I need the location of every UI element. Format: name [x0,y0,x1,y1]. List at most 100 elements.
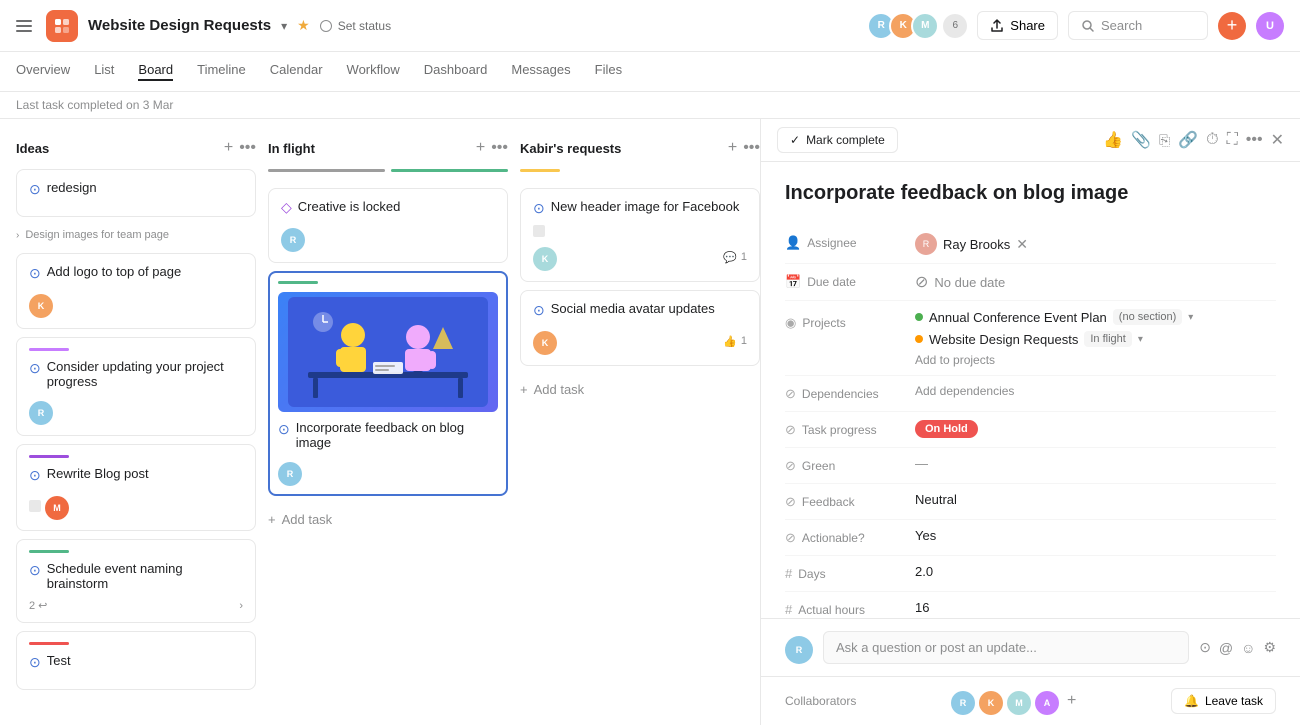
field-value-green[interactable]: — [915,456,1276,471]
progress-bar-yellow [520,169,560,172]
panel-toolbar-right: 👍 📎 ⎘ 🔗 ⏱ ⛶ ••• ✕ [1103,130,1284,150]
emoji-icon[interactable]: ☺ [1241,640,1255,656]
mark-complete-button[interactable]: ✓ Mark complete [777,127,898,153]
progress-bar-green [391,169,508,172]
add-collaborator-icon[interactable]: + [1067,692,1076,710]
add-card-icon[interactable]: + [476,139,485,157]
timer-icon[interactable]: ⏱ [1206,131,1218,149]
card-new-header[interactable]: ⊙ New header image for Facebook K 💬1 [520,188,760,282]
tab-dashboard[interactable]: Dashboard [424,62,488,81]
comment-input[interactable]: Ask a question or post an update... [823,631,1189,664]
card-social-media[interactable]: ⊙ Social media avatar updates K 👍1 [520,290,760,366]
user-avatar[interactable]: U [1256,12,1284,40]
field-label-assignee: 👤 Assignee [785,233,915,251]
tab-calendar[interactable]: Calendar [270,62,323,81]
field-label-actionable: ⊘ Actionable? [785,528,915,546]
section-design-images[interactable]: › Design images for team page [16,225,256,245]
add-button[interactable]: + [1218,12,1246,40]
at-icon[interactable]: @ [1219,640,1233,656]
project2-row[interactable]: Website Design Requests In flight ▾ [915,331,1276,347]
field-value-task-progress[interactable]: On Hold [915,420,1276,438]
leave-task-button[interactable]: 🔔 Leave task [1171,688,1276,714]
tab-files[interactable]: Files [595,62,622,81]
attachment-icon[interactable]: 📎 [1131,130,1151,150]
column-inflight: In flight + ••• ◇ Creative is locked R [268,135,508,709]
column-title-inflight: In flight [268,141,315,156]
reply-count: 2 ↩ [29,599,47,612]
remove-assignee-icon[interactable]: ✕ [1016,236,1028,253]
add-to-projects-link[interactable]: Add to projects [915,353,1276,367]
check-icon: ⊙ [29,654,41,671]
card-title: ⊙ Test [29,653,243,671]
more-icon[interactable]: ••• [743,139,760,157]
more-icon[interactable]: ••• [239,139,256,157]
field-value-actionable[interactable]: Yes [915,528,1276,543]
project1-section[interactable]: (no section) [1113,309,1182,325]
tab-overview[interactable]: Overview [16,62,70,81]
card-redesign[interactable]: ⊙ redesign [16,169,256,217]
thumbs-up-icon[interactable]: 👍 [1103,130,1123,150]
chevron-down-icon[interactable]: ▾ [281,19,287,33]
tab-workflow[interactable]: Workflow [347,62,400,81]
format-icon[interactable]: ⚙ [1263,639,1276,656]
card-incorporate-feedback[interactable]: ⊙ Incorporate feedback on blog image R [268,271,508,496]
tab-board[interactable]: Board [138,62,173,81]
search-bar[interactable]: Search [1068,11,1208,40]
field-value-actual-hours[interactable]: 16 [915,600,1276,615]
field-value-feedback[interactable]: Neutral [915,492,1276,507]
card-schedule-event[interactable]: ⊙ Schedule event naming brainstorm 2 ↩ › [16,539,256,623]
expand-icon[interactable]: ⛶ [1227,131,1238,149]
add-card-icon[interactable]: + [728,139,737,157]
card-title: ⊙ Schedule event naming brainstorm [29,561,243,591]
card-consider-updating[interactable]: ⊙ Consider updating your project progres… [16,337,256,436]
color-bar [29,642,69,645]
card-rewrite-blog[interactable]: ⊙ Rewrite Blog post M [16,444,256,531]
share-button[interactable]: Share [977,11,1058,40]
set-status-button[interactable]: Set status [320,19,391,33]
project-dot-green [915,313,923,321]
color-bar [278,281,318,284]
project1-row[interactable]: Annual Conference Event Plan (no section… [915,309,1276,325]
link-icon[interactable]: 🔗 [1178,130,1198,150]
tab-timeline[interactable]: Timeline [197,62,246,81]
star-icon[interactable]: ★ [297,17,310,34]
project2-section[interactable]: In flight [1084,331,1131,347]
record-icon[interactable]: ⊙ [1199,639,1211,656]
project-title: Website Design Requests [88,17,271,34]
field-due-date: 📅 Due date ⊘ No due date [785,264,1276,301]
more-icon[interactable]: ••• [491,139,508,157]
search-icon [1081,19,1095,33]
field-label-due-date: 📅 Due date [785,272,915,290]
field-actual-hours: # Actual hours 16 [785,592,1276,618]
task-image [278,292,498,412]
tab-list[interactable]: List [94,62,114,81]
more-options-icon[interactable]: ••• [1246,131,1263,149]
topbar-right: R K M 6 Share Search + U [867,11,1284,40]
card-add-logo[interactable]: ⊙ Add logo to top of page K [16,253,256,329]
panel-title[interactable]: Incorporate feedback on blog image [785,182,1276,205]
on-hold-badge[interactable]: On Hold [915,420,978,438]
right-panel: ✓ Mark complete 👍 📎 ⎘ 🔗 ⏱ ⛶ ••• ✕ Incorp… [760,119,1300,725]
color-bar [29,550,69,553]
tab-messages[interactable]: Messages [511,62,570,81]
field-value-due-date[interactable]: ⊘ No due date [915,272,1276,292]
hamburger-icon[interactable] [16,16,36,36]
project-icon: ◉ [785,315,796,331]
field-value-dependencies[interactable]: Add dependencies [915,384,1276,398]
add-task-button-kabirs[interactable]: + Add task [520,374,760,405]
card-test[interactable]: ⊙ Test [16,631,256,690]
add-task-button[interactable]: + Add task [268,504,508,535]
close-panel-icon[interactable]: ✕ [1271,130,1284,150]
topbar-left: Website Design Requests ▾ ★ Set status [16,10,855,42]
field-value-days[interactable]: 2.0 [915,564,1276,579]
bell-icon: 🔔 [1184,694,1199,708]
card-creative-locked[interactable]: ◇ Creative is locked R [268,188,508,263]
copy-icon[interactable]: ⎘ [1159,132,1170,149]
color-bar [29,455,69,458]
check-icon: ⊙ [29,265,41,282]
field-value-assignee[interactable]: R Ray Brooks ✕ [915,233,1276,255]
topbar: Website Design Requests ▾ ★ Set status R… [0,0,1300,52]
add-card-icon[interactable]: + [224,139,233,157]
field-feedback: ⊘ Feedback Neutral [785,484,1276,520]
check-icon: ⊙ [29,467,41,484]
